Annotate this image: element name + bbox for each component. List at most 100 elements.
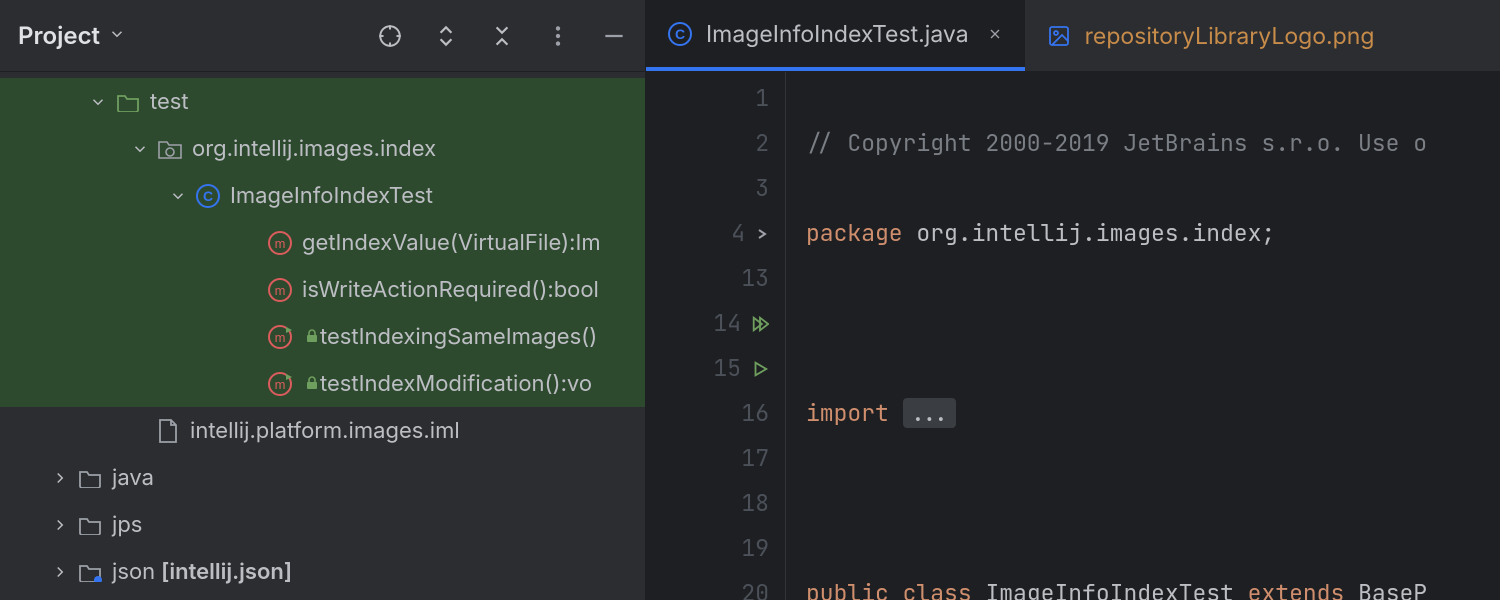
code[interactable]: // Copyright 2000-2019 JetBrains s.r.o. … bbox=[786, 72, 1500, 600]
editor-tab[interactable]: C ImageInfoIndexTest.java bbox=[646, 0, 1025, 71]
gutter-line[interactable]: 13 bbox=[646, 256, 769, 301]
tree-label: jps bbox=[112, 512, 142, 538]
tree-label: ImageInfoIndexTest bbox=[230, 183, 433, 209]
gutter-line[interactable]: 15 bbox=[646, 346, 769, 391]
svg-text:m: m bbox=[275, 236, 286, 251]
lock-icon bbox=[302, 324, 320, 350]
expand-arrow-icon[interactable] bbox=[50, 516, 70, 534]
method-icon: m bbox=[266, 231, 294, 255]
folder-grey-icon bbox=[76, 468, 104, 488]
gutter-line[interactable]: 4 bbox=[646, 211, 769, 256]
gutter-line[interactable]: 1 bbox=[646, 76, 769, 121]
method-run-icon: m bbox=[266, 325, 294, 349]
gutter: 12341314151617181920 bbox=[646, 72, 786, 600]
folder-grey-icon bbox=[76, 515, 104, 535]
package-icon bbox=[156, 138, 184, 160]
line-number: 19 bbox=[733, 526, 769, 571]
editor-tabs: C ImageInfoIndexTest.java repositoryLibrar… bbox=[646, 0, 1500, 72]
tree-row[interactable]: m testIndexingSameImages() bbox=[0, 313, 645, 360]
line-number: 14 bbox=[705, 301, 741, 346]
tree-row[interactable]: java bbox=[0, 454, 645, 501]
tree-row[interactable]: intellij.platform.images.iml bbox=[0, 407, 645, 454]
code-text: // Copyright 2000-2019 JetBrains s.r.o. … bbox=[806, 128, 1427, 158]
code-text: BaseP bbox=[1358, 578, 1427, 600]
method-run-icon: m bbox=[266, 372, 294, 396]
lock-icon bbox=[302, 371, 320, 397]
target-icon[interactable] bbox=[377, 23, 403, 49]
expand-arrow-icon[interactable] bbox=[88, 93, 108, 111]
tree-row[interactable]: m getIndexValue(VirtualFile):Im bbox=[0, 219, 645, 266]
class-icon: C bbox=[194, 184, 222, 208]
collapse-all-icon[interactable] bbox=[489, 23, 515, 49]
gutter-line[interactable]: 19 bbox=[646, 526, 769, 571]
code-kw: package bbox=[806, 218, 903, 248]
chevron-down-icon[interactable] bbox=[108, 23, 126, 49]
tree-label: intellij.platform.images.iml bbox=[190, 418, 460, 444]
svg-text:C: C bbox=[675, 26, 685, 42]
line-number: 4 bbox=[709, 211, 745, 256]
svg-text:m: m bbox=[275, 330, 286, 345]
tree-label: org.intellij.images.index bbox=[192, 136, 436, 162]
gutter-line[interactable]: 16 bbox=[646, 391, 769, 436]
svg-text:m: m bbox=[275, 377, 286, 392]
line-number: 2 bbox=[733, 121, 769, 166]
tree-label: json bbox=[112, 559, 155, 585]
expand-collapse-icon[interactable] bbox=[433, 23, 459, 49]
code-kw: import bbox=[806, 398, 889, 428]
line-number: 16 bbox=[733, 391, 769, 436]
expand-arrow-icon[interactable] bbox=[130, 140, 150, 158]
expand-arrow-icon[interactable] bbox=[50, 563, 70, 581]
svg-text:C: C bbox=[203, 188, 213, 204]
tab-label: ImageInfoIndexTest.java bbox=[706, 20, 969, 48]
line-number: 13 bbox=[733, 256, 769, 301]
folder-json-icon bbox=[76, 562, 104, 582]
gutter-line[interactable]: 2 bbox=[646, 121, 769, 166]
fold-gutter-icon[interactable] bbox=[755, 227, 769, 241]
tree-row[interactable]: m testIndexModification():vo bbox=[0, 360, 645, 407]
gutter-line[interactable]: 20 bbox=[646, 571, 769, 600]
tree-row[interactable]: jps bbox=[0, 501, 645, 548]
expand-arrow-icon[interactable] bbox=[168, 187, 188, 205]
editor-tab[interactable]: repositoryLibraryLogo.png bbox=[1025, 0, 1397, 71]
tree-label: testIndexModification():vo bbox=[320, 371, 592, 397]
tree-row[interactable]: json [intellij.json] bbox=[0, 548, 645, 595]
code-text: org.intellij.images.index; bbox=[903, 218, 1276, 248]
gutter-line[interactable]: 3 bbox=[646, 166, 769, 211]
code-kw: class bbox=[903, 578, 972, 600]
run-gutter-icon[interactable] bbox=[751, 315, 769, 333]
fold-indicator[interactable]: ... bbox=[903, 398, 956, 428]
sidebar-title[interactable]: Project bbox=[18, 21, 100, 50]
tree-row[interactable]: C ImageInfoIndexTest bbox=[0, 172, 645, 219]
image-icon bbox=[1047, 24, 1071, 48]
expand-arrow-icon[interactable] bbox=[50, 469, 70, 487]
tree-row[interactable]: m isWriteActionRequired():bool bbox=[0, 266, 645, 313]
line-number: 17 bbox=[733, 436, 769, 481]
project-sidebar: Project bbox=[0, 0, 646, 600]
tree-label: isWriteActionRequired():bool bbox=[302, 277, 599, 303]
tab-label: repositoryLibraryLogo.png bbox=[1085, 22, 1375, 50]
gutter-line[interactable]: 14 bbox=[646, 301, 769, 346]
code-kw: public bbox=[806, 578, 889, 600]
more-icon[interactable] bbox=[545, 23, 571, 49]
class-icon: C bbox=[668, 22, 692, 46]
run-gutter-icon[interactable] bbox=[751, 360, 769, 378]
gutter-line[interactable]: 18 bbox=[646, 481, 769, 526]
code-kw: extends bbox=[1248, 578, 1345, 600]
tree-label: getIndexValue(VirtualFile):Im bbox=[302, 230, 601, 256]
minimize-icon[interactable] bbox=[601, 23, 627, 49]
line-number: 15 bbox=[705, 346, 741, 391]
line-number: 18 bbox=[733, 481, 769, 526]
close-tab-icon[interactable] bbox=[987, 20, 1003, 48]
gutter-line[interactable]: 17 bbox=[646, 436, 769, 481]
svg-text:m: m bbox=[275, 283, 286, 298]
line-number: 1 bbox=[733, 76, 769, 121]
folder-green-icon bbox=[114, 92, 142, 112]
tree-row[interactable]: org.intellij.images.index bbox=[0, 125, 645, 172]
code-text: ImageInfoIndexTest bbox=[985, 578, 1233, 600]
tree-row[interactable]: test bbox=[0, 78, 645, 125]
editor-pane: C ImageInfoIndexTest.java repositoryLibrar… bbox=[646, 0, 1500, 600]
project-tree: testorg.intellij.images.index C ImageInfoI… bbox=[0, 72, 645, 600]
method-icon: m bbox=[266, 278, 294, 302]
tree-label: test bbox=[150, 89, 189, 115]
tree-label: testIndexingSameImages() bbox=[320, 324, 597, 350]
